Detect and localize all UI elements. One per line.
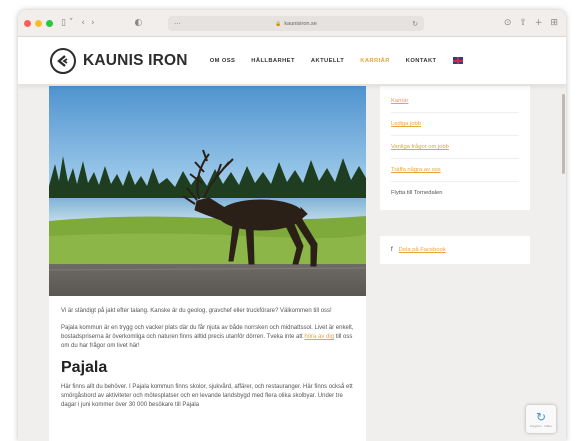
sidebar-item-traffa-oss[interactable]: Träffa några av oss [391,159,519,182]
career-sidebar: Karriär Lediga jobb Vanliga frågor om jo… [380,86,530,210]
uk-flag-icon[interactable] [452,57,463,64]
download-icon[interactable]: ⊙ [504,18,512,28]
life-paragraph: Pajala kommun är en trygg och vacker pla… [61,324,354,351]
recaptcha-icon: ↻ [535,410,547,424]
nav-item-aktuellt[interactable]: AKTUELLT [311,58,344,64]
lock-icon: 🔒 [275,20,282,27]
browser-toolbar: ▯ ˅ ‹ › ◐ ⋯ 🔒 kaunisiron.se ↻ ⊙ ⇧ + ⊞ [18,10,566,37]
tab-overview-icon[interactable]: ⊞ [550,18,558,28]
address-bar[interactable]: ⋯ 🔒 kaunisiron.se ↻ [168,16,424,31]
share-card: f Dela på Facebook [380,236,530,264]
sidebar-toggle-icon[interactable]: ▯ ˅ [61,18,73,28]
chevron-left-icon[interactable]: ‹ [81,18,85,28]
facebook-icon: f [391,247,393,253]
scrollbar-thumb[interactable] [562,94,565,174]
shield-icon[interactable]: ◐ [135,18,143,28]
logo-chevron-icon [57,54,68,67]
share-icon[interactable]: ⇧ [519,18,527,28]
sidebar-item-karriar[interactable]: Karriär [391,90,519,113]
contact-us-link[interactable]: höra av dig [304,334,334,340]
brand-logo-icon[interactable] [50,47,76,74]
nav-item-karriar[interactable]: KARRIÄR [360,58,390,64]
nav-item-hallbarhet[interactable]: HÅLLBARHET [251,58,295,64]
window-controls [24,19,53,27]
browser-window: ▯ ˅ ‹ › ◐ ⋯ 🔒 kaunisiron.se ↻ ⊙ ⇧ + ⊞ KA… [18,10,566,441]
chevron-right-icon[interactable]: › [91,18,95,28]
page-settings-icon[interactable]: ⋯ [174,20,181,28]
minimize-window-button[interactable] [35,19,42,27]
main-nav: OM OSS HÅLLBARHET AKTUELLT KARRIÄR KONTA… [210,58,437,64]
page-content: Vi är ständigt på jakt efter talang. Kan… [18,86,566,441]
article-text: Vi är ständigt på jakt efter talang. Kan… [49,296,366,410]
pajala-paragraph: Här finns allt du behöver. I Pajala komm… [61,384,353,408]
nav-item-kontakt[interactable]: KONTAKT [406,58,437,64]
page-scrollbar[interactable] [561,86,566,441]
recaptcha-badge[interactable]: ↻ Integritet - Villkor [526,405,556,433]
zoom-window-button[interactable] [46,19,53,27]
new-tab-icon[interactable]: + [535,18,543,28]
toolbar-right-icons: ⊙ ⇧ + ⊞ [504,18,558,28]
intro-paragraph: Vi är ständigt på jakt efter talang. Kan… [61,308,332,314]
sidebar-item-vanliga-fragor[interactable]: Vanliga frågor om jobb [391,136,519,159]
brand-name[interactable]: KAUNIS IRON [83,52,188,70]
recaptcha-label: Integritet - Villkor [529,424,553,428]
main-column: Vi är ständigt på jakt efter talang. Kan… [49,86,366,441]
sidebar-item-flytta[interactable]: Flytta till Tornedalen [391,182,519,204]
site-header: KAUNIS IRON OM OSS HÅLLBARHET AKTUELLT K… [18,37,566,85]
hero-reindeer-image [49,86,366,296]
reload-icon[interactable]: ↻ [412,20,418,28]
close-window-button[interactable] [24,19,31,27]
reindeer-photo [49,86,366,296]
url-text: kaunisiron.se [284,20,317,27]
share-facebook-link[interactable]: Dela på Facebook [399,247,446,253]
sidebar-item-lediga-jobb[interactable]: Lediga jobb [391,113,519,136]
pajala-heading: Pajala [61,359,108,376]
nav-item-om-oss[interactable]: OM OSS [210,58,236,64]
